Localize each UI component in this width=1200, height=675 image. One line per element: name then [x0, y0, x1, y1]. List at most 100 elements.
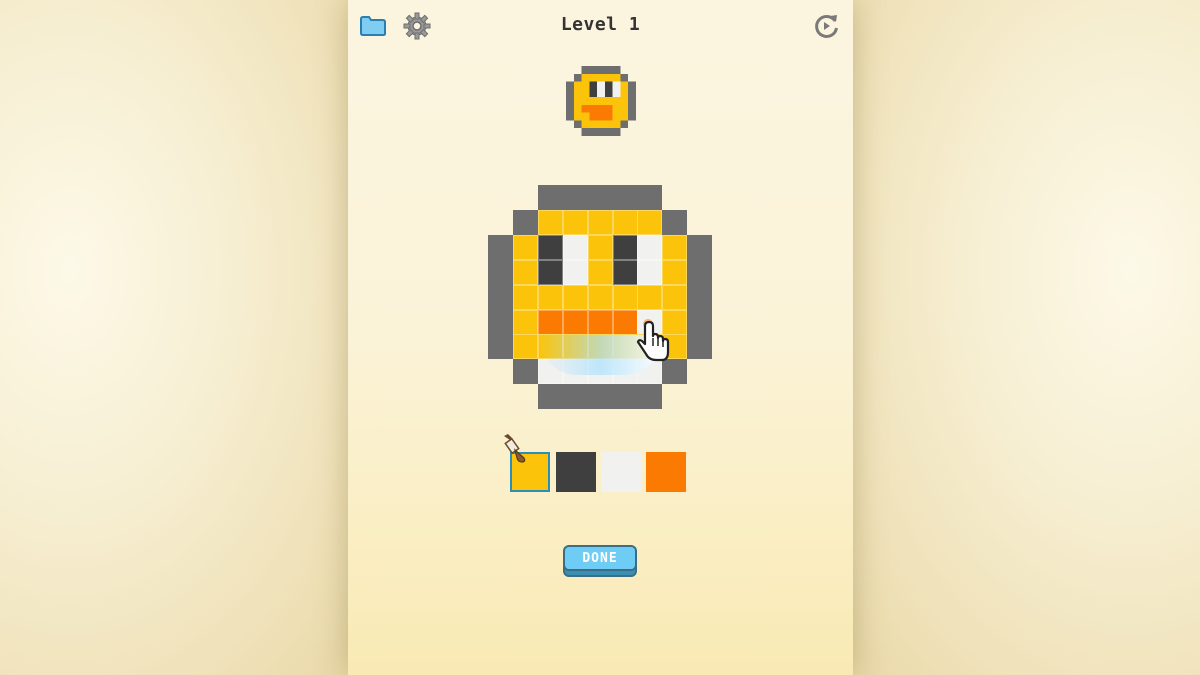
board-pixel[interactable]: [488, 334, 513, 360]
board-pixel[interactable]: [488, 234, 513, 260]
board-pixel[interactable]: [612, 384, 638, 410]
board-pixel[interactable]: [562, 334, 588, 360]
preview-pixel: [628, 104, 636, 113]
board-pixel[interactable]: [512, 284, 538, 310]
board-pixel[interactable]: [562, 309, 588, 335]
board-pixel[interactable]: [562, 234, 588, 260]
done-button[interactable]: DONE: [561, 543, 639, 577]
board-pixel[interactable]: [587, 284, 613, 310]
preview-pixel: [612, 81, 621, 90]
preview-pixel: [620, 104, 629, 113]
board-pixel[interactable]: [662, 284, 688, 310]
board-pixel[interactable]: [687, 259, 713, 285]
preview-pixel: [597, 120, 605, 129]
board-pixel[interactable]: [587, 209, 613, 235]
board-pixel[interactable]: [537, 185, 563, 210]
board-pixel[interactable]: [637, 359, 663, 385]
preview-pixel: [566, 104, 574, 113]
board-pixel[interactable]: [587, 384, 613, 410]
swatch-orange[interactable]: [646, 452, 686, 492]
preview-pixel: [604, 104, 613, 113]
board-pixel[interactable]: [562, 284, 588, 310]
preview-pixel: [612, 73, 621, 82]
board-pixel[interactable]: [537, 209, 563, 235]
board-pixel[interactable]: [512, 334, 538, 360]
board-pixel[interactable]: [612, 185, 638, 210]
board-pixel[interactable]: [637, 259, 663, 285]
preview-pixel: [566, 112, 574, 121]
board-pixel[interactable]: [587, 259, 613, 285]
preview-pixel: [597, 73, 605, 82]
board-pixel[interactable]: [687, 334, 713, 360]
board-pixel[interactable]: [612, 359, 638, 385]
board-pixel[interactable]: [562, 259, 588, 285]
board-pixel[interactable]: [537, 384, 563, 410]
swatch-dark[interactable]: [556, 452, 596, 492]
board-pixel[interactable]: [662, 259, 688, 285]
preview-pixel: [597, 89, 605, 98]
board-pixel[interactable]: [562, 359, 588, 385]
preview-pixel: [628, 112, 636, 121]
target-preview: [566, 66, 636, 136]
board-pixel[interactable]: [587, 234, 613, 260]
done-button-label: DONE: [563, 545, 637, 571]
paintbrush-icon: [504, 434, 526, 463]
preview-pixel: [620, 120, 629, 129]
preview-pixel: [573, 97, 582, 105]
board-pixel[interactable]: [512, 359, 538, 385]
board-pixel[interactable]: [687, 234, 713, 260]
board-pixel[interactable]: [612, 334, 638, 360]
board-pixel[interactable]: [662, 209, 688, 235]
restart-icon[interactable]: [813, 12, 841, 40]
swatch-white[interactable]: [601, 452, 641, 492]
board-pixel[interactable]: [562, 209, 588, 235]
board-pixel[interactable]: [488, 259, 513, 285]
preview-pixel: [604, 81, 613, 90]
preview-pixel: [628, 97, 636, 105]
board-pixel[interactable]: [512, 259, 538, 285]
preview-pixel: [589, 128, 598, 136]
board-pixel[interactable]: [687, 284, 713, 310]
preview-pixel: [589, 81, 598, 90]
board-pixel[interactable]: [537, 284, 563, 310]
board-pixel[interactable]: [662, 234, 688, 260]
board-pixel[interactable]: [537, 259, 563, 285]
board-pixel[interactable]: [637, 234, 663, 260]
board-pixel[interactable]: [637, 309, 663, 335]
board-pixel[interactable]: [587, 185, 613, 210]
board-pixel[interactable]: [537, 334, 563, 360]
board-pixel[interactable]: [488, 309, 513, 335]
board-pixel[interactable]: [537, 234, 563, 260]
pixel-board[interactable]: [488, 185, 713, 410]
preview-pixel: [604, 128, 613, 136]
board-pixel[interactable]: [637, 284, 663, 310]
board-pixel[interactable]: [587, 309, 613, 335]
board-pixel[interactable]: [612, 284, 638, 310]
game-screen: Level 1 DONE: [348, 0, 853, 675]
board-pixel[interactable]: [537, 359, 563, 385]
board-pixel[interactable]: [537, 309, 563, 335]
board-pixel[interactable]: [637, 334, 663, 360]
board-pixel[interactable]: [562, 384, 588, 410]
preview-pixel: [612, 128, 621, 136]
board-pixel[interactable]: [637, 209, 663, 235]
board-pixel[interactable]: [612, 234, 638, 260]
board-pixel[interactable]: [662, 334, 688, 360]
board-pixel[interactable]: [612, 209, 638, 235]
board-pixel[interactable]: [637, 384, 663, 410]
board-pixel[interactable]: [512, 234, 538, 260]
board-pixel[interactable]: [612, 309, 638, 335]
board-pixel[interactable]: [512, 309, 538, 335]
board-pixel[interactable]: [662, 309, 688, 335]
board-pixel[interactable]: [612, 259, 638, 285]
preview-pixel: [589, 73, 598, 82]
board-pixel[interactable]: [587, 359, 613, 385]
preview-pixel: [566, 81, 574, 90]
board-pixel[interactable]: [587, 334, 613, 360]
board-pixel[interactable]: [562, 185, 588, 210]
board-pixel[interactable]: [637, 185, 663, 210]
board-pixel[interactable]: [662, 359, 688, 385]
board-pixel[interactable]: [512, 209, 538, 235]
board-pixel[interactable]: [687, 309, 713, 335]
board-pixel[interactable]: [488, 284, 513, 310]
